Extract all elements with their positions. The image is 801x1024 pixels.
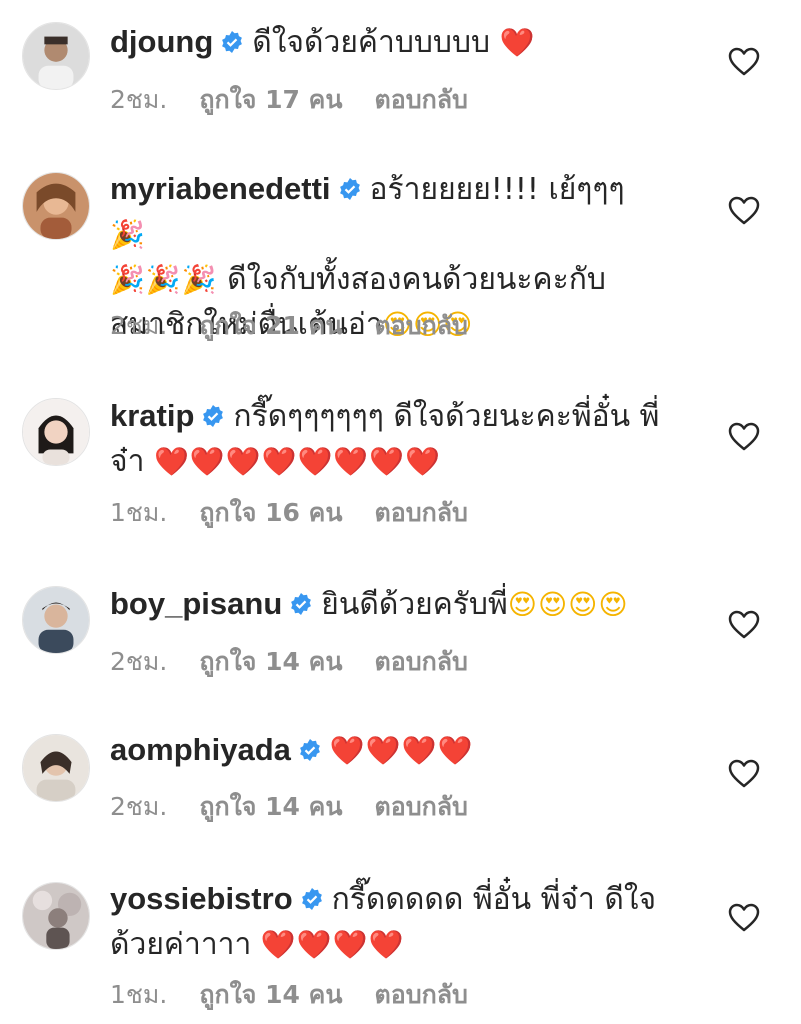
heart-emoji: ❤️❤️❤️❤️❤️❤️❤️❤️ (153, 445, 441, 478)
reply-button[interactable]: ตอบกลับ (374, 85, 467, 114)
comment-text: ด้วยค่าาาา (110, 927, 252, 962)
verified-badge-icon (220, 30, 244, 54)
avatar[interactable] (22, 734, 90, 802)
party-emoji: 🎉 (110, 218, 146, 251)
username[interactable]: boy_pisanu (110, 586, 282, 621)
heart-outline-icon[interactable] (728, 422, 760, 452)
verified-badge-icon (298, 738, 322, 762)
heart-eyes-emoji: 😍😍😍😍 (507, 588, 629, 621)
heart-outline-icon[interactable] (728, 47, 760, 77)
comment-text: ยินดีด้วยครับพี่ (321, 587, 508, 622)
verified-badge-icon (338, 177, 362, 201)
verified-badge-icon (201, 404, 225, 428)
heart-emoji: ❤️ (499, 26, 536, 59)
likes-count[interactable]: ถูกใจ 21 คน (199, 311, 342, 340)
username[interactable]: djoung (110, 24, 213, 59)
reply-button[interactable]: ตอบกลับ (374, 498, 467, 527)
reply-button[interactable]: ตอบกลับ (374, 311, 467, 340)
reply-button[interactable]: ตอบกลับ (374, 647, 467, 676)
likes-count[interactable]: ถูกใจ 14 คน (199, 647, 342, 676)
likes-count[interactable]: ถูกใจ 14 คน (199, 792, 342, 821)
avatar[interactable] (22, 172, 90, 240)
comment-meta: 1ชม. ถูกใจ 14 คน ตอบกลับ (110, 975, 500, 1015)
heart-outline-icon[interactable] (728, 196, 760, 226)
username[interactable]: kratip (110, 398, 194, 433)
comment-text: ดีใจกับทั้งสองคนด้วยนะคะกับ (217, 262, 606, 297)
comment-text: จ๋า (110, 444, 145, 479)
heart-emoji: ❤️❤️❤️❤️ (329, 734, 474, 767)
avatar[interactable] (22, 22, 90, 90)
heart-outline-icon[interactable] (728, 903, 760, 933)
comment-text: กรี๊ดๆๆๆๆๆๆ ดีใจด้วยนะคะพี่อั๋น พี่ (233, 399, 660, 434)
reply-button[interactable]: ตอบกลับ (374, 792, 467, 821)
username[interactable]: yossiebistro (110, 881, 293, 916)
comment-meta: 2ชม. ถูกใจ 17 คน ตอบกลับ (110, 80, 500, 120)
verified-badge-icon (289, 592, 313, 616)
username[interactable]: myriabenedetti (110, 171, 331, 206)
heart-outline-icon[interactable] (728, 610, 760, 640)
comment-meta: 2ชม. ถูกใจ 14 คน ตอบกลับ (110, 642, 500, 682)
comment-time: 2ชม. (110, 311, 168, 340)
likes-count[interactable]: ถูกใจ 16 คน (199, 498, 342, 527)
comment-time: 2ชม. (110, 647, 168, 676)
comment-text: อร้ายยยย!!!! เย้ๆๆๆ (369, 172, 625, 207)
likes-count[interactable]: ถูกใจ 14 คน (199, 980, 342, 1009)
comment-text: ดีใจด้วยค้าบบบบบ (252, 25, 491, 60)
avatar[interactable] (22, 398, 90, 466)
comment-time: 1ชม. (110, 980, 168, 1009)
verified-badge-icon (300, 887, 324, 911)
comment-time: 2ชม. (110, 85, 168, 114)
username[interactable]: aomphiyada (110, 732, 291, 767)
avatar[interactable] (22, 586, 90, 654)
likes-count[interactable]: ถูกใจ 17 คน (199, 85, 342, 114)
heart-emoji: ❤️❤️❤️❤️ (260, 928, 405, 961)
comment-meta: 1ชม. ถูกใจ 16 คน ตอบกลับ (110, 493, 500, 533)
party-emoji: 🎉🎉🎉 (110, 263, 218, 296)
reply-button[interactable]: ตอบกลับ (374, 980, 467, 1009)
comment-time: 1ชม. (110, 498, 168, 527)
comment-meta: 2ชม. ถูกใจ 14 คน ตอบกลับ (110, 787, 500, 827)
comment-text: กรี๊ดดดดด พี่อั๋น พี่จ๋า ดีใจ (331, 882, 657, 917)
comment-time: 2ชม. (110, 792, 168, 821)
heart-outline-icon[interactable] (728, 759, 760, 789)
comment-meta: 2ชม. ถูกใจ 21 คน ตอบกลับ (110, 306, 500, 346)
avatar[interactable] (22, 882, 90, 950)
